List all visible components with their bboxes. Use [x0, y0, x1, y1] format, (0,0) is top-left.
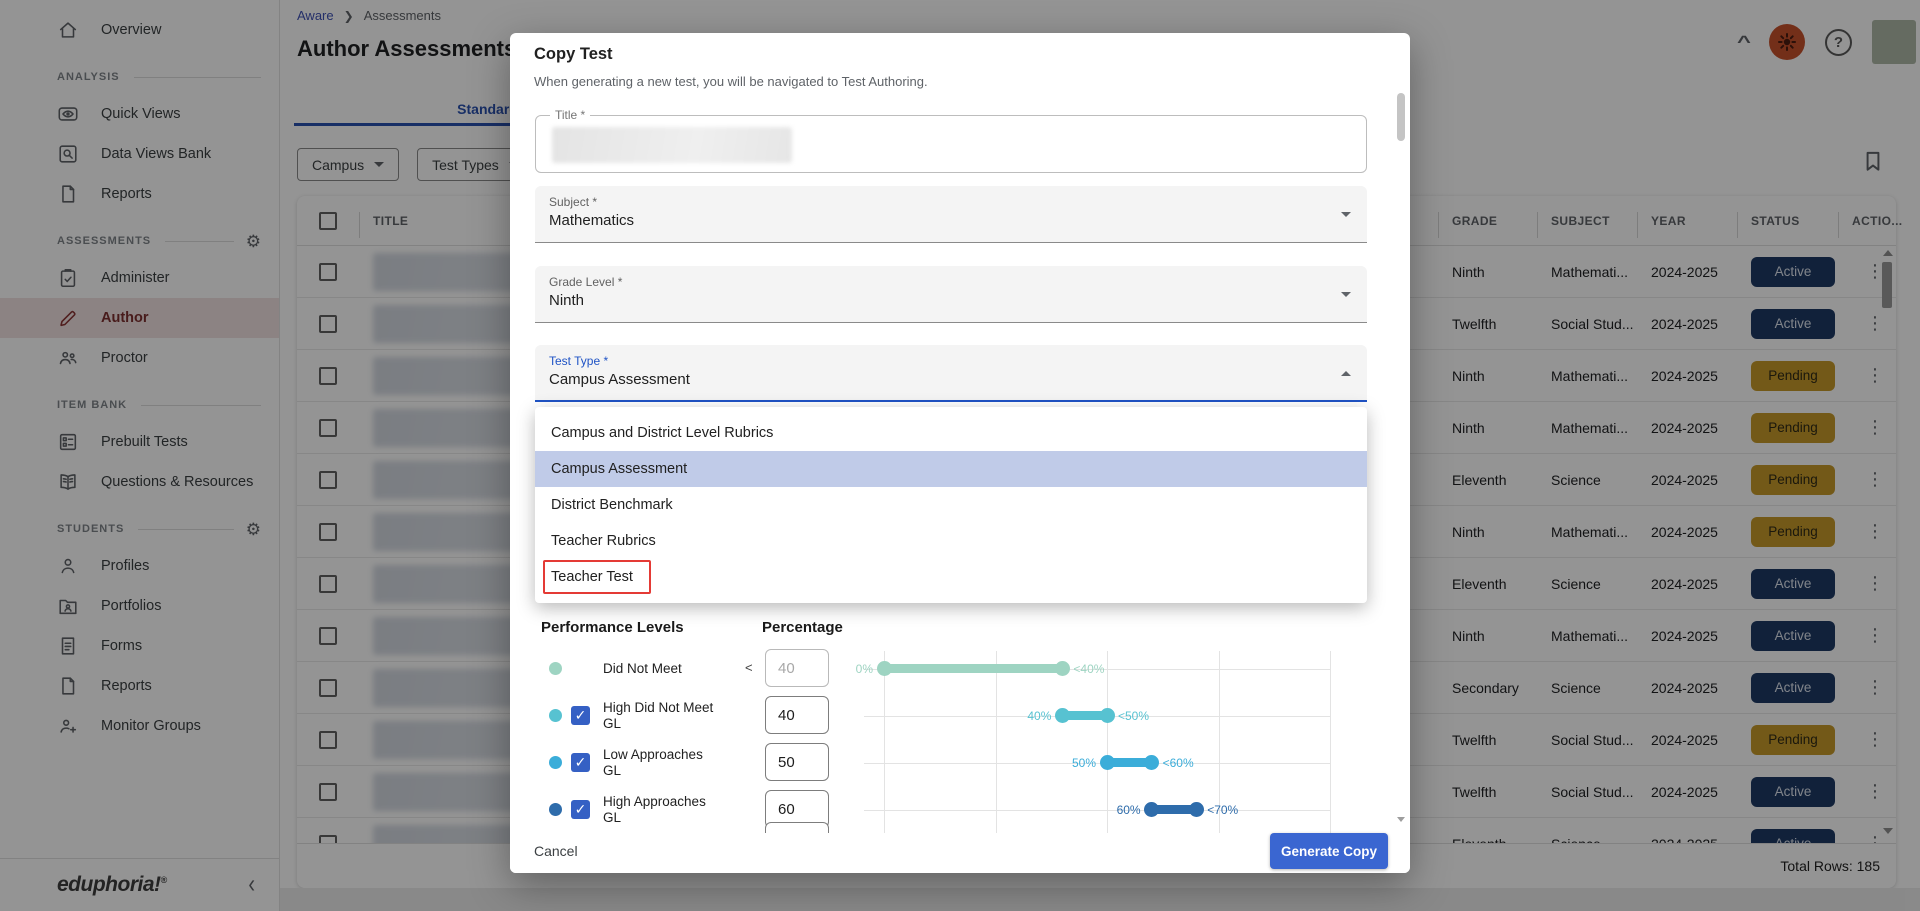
range-segment[interactable]: [884, 664, 1062, 673]
title-field[interactable]: Title *: [535, 115, 1367, 173]
subject-value: Mathematics: [549, 212, 634, 229]
dropdown-option-teacher-rubrics[interactable]: Teacher Rubrics: [535, 523, 1367, 559]
range-start-handle[interactable]: [1055, 708, 1070, 723]
range-start-handle[interactable]: [1100, 755, 1115, 770]
dropdown-option-teacher-test[interactable]: Teacher Test: [535, 559, 1367, 595]
performance-level-row-did-not-meet: Did Not Meet <: [534, 645, 864, 692]
performance-level-row-high-did-not-meet-gl: ✓ High Did Not Meet GL: [534, 692, 864, 739]
generate-copy-button[interactable]: Generate Copy: [1270, 833, 1388, 869]
subject-label: Subject *: [549, 195, 597, 209]
performance-levels-header: Performance Levels: [541, 619, 684, 636]
title-field-redacted-value: [552, 127, 792, 163]
clipped-percentage-input[interactable]: [765, 822, 829, 833]
dropdown-option-label: Campus Assessment: [551, 461, 687, 477]
dropdown-option-district-benchmark[interactable]: District Benchmark: [535, 487, 1367, 523]
cancel-button[interactable]: Cancel: [534, 843, 578, 859]
grade-level-value: Ninth: [549, 292, 584, 309]
percentage-input[interactable]: [765, 696, 829, 734]
modal-footer: Cancel Generate Copy: [510, 833, 1410, 873]
modal-scrollbar-thumb[interactable]: [1397, 93, 1405, 141]
level-color-dot: [549, 709, 562, 722]
modal-title: Copy Test: [534, 45, 613, 64]
range-end-label: <70%: [1207, 803, 1238, 817]
level-color-dot: [549, 662, 562, 675]
grade-level-label: Grade Level *: [549, 275, 622, 289]
dropdown-option-label: Teacher Test: [551, 569, 633, 585]
range-start-handle[interactable]: [877, 661, 892, 676]
level-checkbox-checked[interactable]: ✓: [571, 800, 590, 819]
percentage-header: Percentage: [762, 619, 843, 636]
range-start-label: 50%: [1072, 756, 1096, 770]
copy-test-modal: Copy Test When generating a new test, yo…: [510, 33, 1410, 873]
performance-levels-section: Performance Levels Percentage 0%<40%40%<…: [534, 613, 1394, 833]
chevron-up-icon: [1341, 371, 1351, 376]
test-type-dropdown-menu: Campus and District Level Rubrics Campus …: [535, 407, 1367, 603]
test-type-label: Test Type *: [549, 354, 608, 368]
level-label: Low Approaches GL: [603, 747, 723, 779]
range-end-handle[interactable]: [1055, 661, 1070, 676]
range-end-label: <50%: [1118, 709, 1149, 723]
range-end-handle[interactable]: [1189, 802, 1204, 817]
level-label: High Did Not Meet GL: [603, 700, 723, 732]
dropdown-option-label: Campus and District Level Rubrics: [551, 425, 773, 441]
range-end-label: <40%: [1073, 662, 1104, 676]
range-end-handle[interactable]: [1144, 755, 1159, 770]
chart-gridline: [884, 651, 885, 833]
dropdown-option-label: Teacher Rubrics: [551, 533, 656, 549]
less-than-symbol: <: [745, 660, 753, 675]
level-label: Did Not Meet: [603, 661, 723, 677]
modal-subtitle: When generating a new test, you will be …: [534, 74, 928, 89]
range-start-label: 40%: [1027, 709, 1051, 723]
level-checkbox-checked[interactable]: ✓: [571, 753, 590, 772]
chart-gridline: [1330, 651, 1331, 833]
range-end-label: <60%: [1163, 756, 1194, 770]
dropdown-option-campus-and-district-level-rubrics[interactable]: Campus and District Level Rubrics: [535, 415, 1367, 451]
level-checkbox-checked[interactable]: ✓: [571, 706, 590, 725]
test-type-value: Campus Assessment: [549, 371, 690, 388]
percentage-input[interactable]: [765, 649, 829, 687]
level-color-dot: [549, 803, 562, 816]
dropdown-option-campus-assessment[interactable]: Campus Assessment: [535, 451, 1367, 487]
range-start-handle[interactable]: [1144, 802, 1159, 817]
chart-gridline: [996, 651, 997, 833]
level-label: High Approaches GL: [603, 794, 723, 826]
range-end-handle[interactable]: [1100, 708, 1115, 723]
chevron-down-icon: [1341, 292, 1351, 297]
percentage-input[interactable]: [765, 743, 829, 781]
chart-row-line: [864, 763, 1330, 764]
grade-level-select[interactable]: Grade Level * Ninth: [535, 266, 1367, 323]
modal-scroll-down-arrow-icon[interactable]: [1397, 817, 1405, 822]
level-color-dot: [549, 756, 562, 769]
modal-body: Copy Test When generating a new test, yo…: [510, 33, 1410, 833]
test-type-select[interactable]: Test Type * Campus Assessment: [535, 345, 1367, 402]
dropdown-option-label: District Benchmark: [551, 497, 673, 513]
performance-level-row-low-approaches-gl: ✓ Low Approaches GL: [534, 739, 864, 786]
chart-row-line: [864, 810, 1330, 811]
modal-scrollbar[interactable]: [1397, 91, 1405, 826]
performance-chart: 0%<40%40%<50%50%<60%60%<70%: [884, 645, 1330, 833]
app-root: OverviewANALYSISQuick ViewsData Views Ba…: [0, 0, 1920, 911]
subject-select[interactable]: Subject * Mathematics: [535, 186, 1367, 243]
range-start-label: 60%: [1117, 803, 1141, 817]
title-field-label: Title *: [550, 108, 590, 122]
chart-gridline: [1107, 651, 1108, 833]
chevron-down-icon: [1341, 212, 1351, 217]
